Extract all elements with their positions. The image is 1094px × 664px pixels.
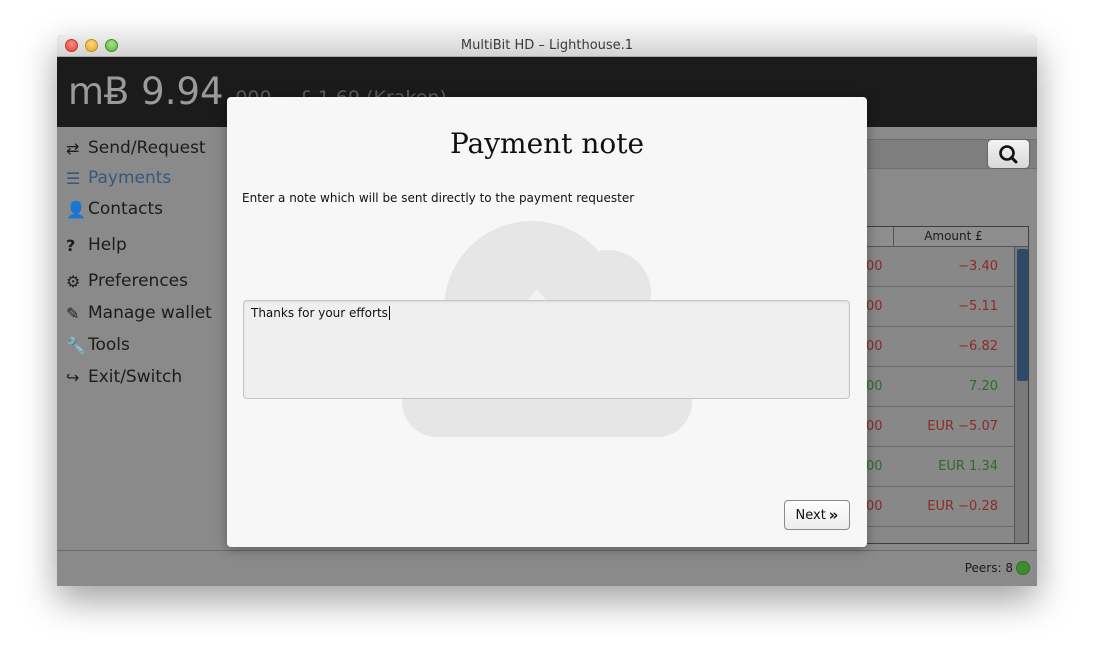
- sidebar-item-label: Send/Request: [88, 138, 206, 158]
- dialog-title: Payment note: [449, 127, 645, 160]
- table-cell: 00: [866, 259, 883, 274]
- next-button[interactable]: Next »: [784, 500, 850, 530]
- amount-cell: −5.11: [958, 299, 998, 314]
- edit-icon: ✎: [66, 303, 80, 323]
- amount-cell: 7.20: [969, 379, 998, 394]
- table-row[interactable]: 00 EUR −0.28: [858, 487, 1014, 527]
- amount-cell: −3.40: [958, 259, 998, 274]
- wrench-icon: 🔧: [66, 335, 86, 355]
- amount-cell: EUR −5.07: [927, 419, 998, 434]
- sidebar-item-label: Help: [88, 235, 127, 255]
- exchange-icon: ⇄: [66, 138, 80, 158]
- text-caret: [388, 306, 390, 320]
- table-cell: 00: [866, 299, 883, 314]
- sidebar-item-manage-wallet[interactable]: ✎ Manage wallet: [66, 300, 212, 326]
- table-header: Amount £: [858, 227, 1028, 247]
- sidebar-item-preferences[interactable]: ⚙ Preferences: [66, 268, 188, 294]
- sidebar-item-label: Preferences: [88, 271, 188, 291]
- dialog-description: Enter a note which will be sent directly…: [242, 191, 635, 205]
- sidebar-item-exit-switch[interactable]: ↪ Exit/Switch: [66, 364, 182, 390]
- scrollbar-thumb[interactable]: [1017, 249, 1028, 381]
- search-button[interactable]: [987, 139, 1030, 169]
- table-scrollbar[interactable]: [1014, 247, 1028, 543]
- note-text: Thanks for your efforts: [251, 306, 390, 320]
- table-row[interactable]: 00 −6.82: [858, 327, 1014, 367]
- sidebar-item-tools[interactable]: 🔧 Tools: [66, 332, 130, 358]
- table-cell: 00: [866, 379, 883, 394]
- sidebar-item-help[interactable]: ? Help: [66, 232, 127, 258]
- payment-note-input[interactable]: Thanks for your efforts: [243, 300, 850, 399]
- sidebar-item-label: Exit/Switch: [88, 367, 183, 387]
- gears-icon: ⚙: [66, 271, 81, 291]
- balance-amount: mɃ 9.94: [68, 70, 224, 113]
- table-row[interactable]: 00 −3.40: [858, 247, 1014, 287]
- table-cell: 00: [866, 459, 883, 474]
- peers-count: Peers: 8: [964, 561, 1013, 575]
- table-cell: 00: [866, 499, 883, 514]
- payment-note-dialog: Payment note Enter a note which will be …: [227, 97, 867, 547]
- window-title: MultiBit HD – Lighthouse.1: [460, 38, 634, 53]
- sidebar-item-contacts[interactable]: 👤 Contacts: [66, 196, 163, 222]
- user-icon: 👤: [66, 199, 86, 219]
- sign-out-icon: ↪: [66, 367, 80, 387]
- amount-cell: −6.82: [958, 339, 998, 354]
- question-icon: ?: [66, 235, 76, 255]
- sidebar: ⇄ Send/Request ☰ Payments 👤 Contacts ? H…: [57, 127, 235, 552]
- status-bar: Peers: 8: [57, 550, 1037, 586]
- next-button-label: Next: [795, 507, 826, 523]
- sidebar-item-label: Manage wallet: [88, 303, 212, 323]
- sidebar-item-send-request[interactable]: ⇄ Send/Request: [66, 135, 206, 161]
- table-cell: 00: [866, 339, 883, 354]
- table-cell: 00: [866, 419, 883, 434]
- amount-cell: EUR 1.34: [938, 459, 998, 474]
- table-row[interactable]: 00 7.20: [858, 367, 1014, 407]
- double-chevron-right-icon: »: [828, 506, 839, 524]
- transactions-table: Amount £ 00 −3.40 00 −5.11 00 −6.82 00 7…: [857, 226, 1029, 544]
- sidebar-item-label: Payments: [88, 168, 172, 188]
- table-row[interactable]: 00 −5.11: [858, 287, 1014, 327]
- search-icon: [999, 145, 1018, 164]
- title-bar: MultiBit HD – Lighthouse.1: [57, 35, 1037, 57]
- sidebar-item-payments[interactable]: ☰ Payments: [66, 165, 171, 191]
- table-row[interactable]: 00 EUR 1.34: [858, 447, 1014, 487]
- amount-cell: EUR −0.28: [927, 499, 998, 514]
- list-icon: ☰: [66, 168, 81, 188]
- table-row[interactable]: 00 EUR −5.07: [858, 407, 1014, 447]
- sidebar-item-label: Tools: [88, 335, 130, 355]
- peer-status-icon: [1016, 561, 1030, 575]
- sidebar-item-label: Contacts: [88, 199, 163, 219]
- column-header-amount[interactable]: Amount £: [893, 227, 1013, 247]
